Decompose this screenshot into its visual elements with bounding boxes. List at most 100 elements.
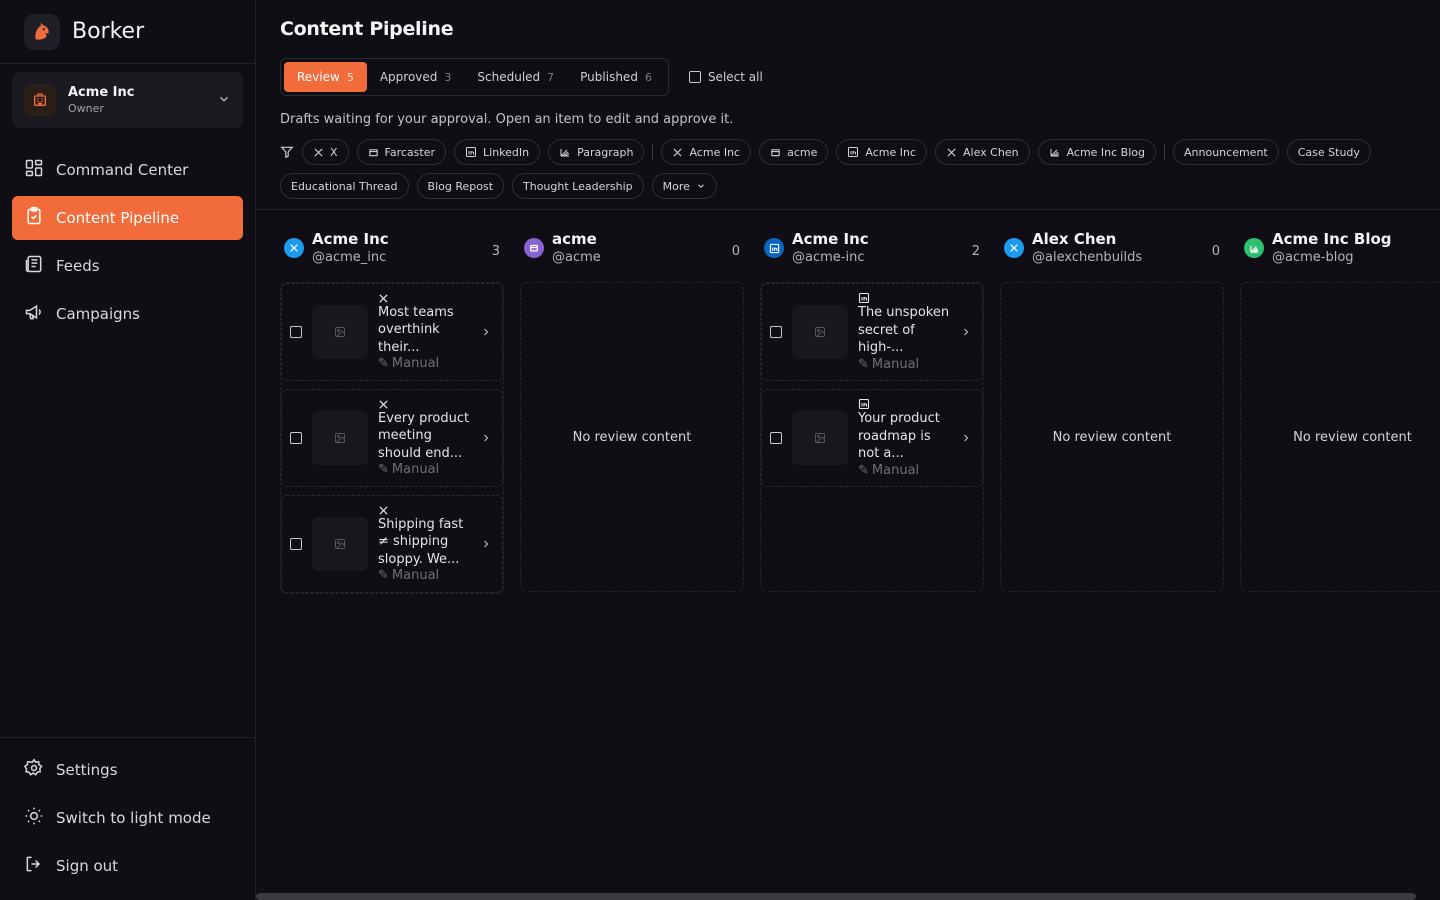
- filter-chip-thought-leadership[interactable]: Thought Leadership: [512, 173, 644, 199]
- chip-label: X: [330, 145, 338, 159]
- column-body: Most teams overthink their... ✎ Manual Ev…: [280, 282, 504, 594]
- chevron-right-icon: [480, 323, 492, 342]
- filter-chip-account-acme[interactable]: acme: [759, 139, 829, 165]
- card-source: ✎ Manual: [378, 356, 470, 371]
- filter-bar: X Farcaster LinkedIn Paragraph Acme Inc …: [280, 139, 1430, 199]
- column-acme-farcaster: acme @acme 0 No review content: [520, 226, 744, 594]
- chip-label: Acme Inc: [865, 145, 916, 159]
- chip-label: Acme Inc Blog: [1066, 145, 1145, 159]
- status-tabs: Review 5 Approved 3 Scheduled 7 Publishe…: [280, 58, 669, 96]
- pencil-icon: ✎: [858, 356, 869, 372]
- chip-label: LinkedIn: [483, 145, 530, 159]
- horizontal-scrollbar[interactable]: [256, 893, 1416, 900]
- select-all-checkbox[interactable]: [688, 71, 701, 83]
- chip-label: Paragraph: [577, 145, 634, 159]
- tab-label: Published: [580, 70, 638, 84]
- brand-name: Borker: [72, 19, 145, 44]
- chip-label: More: [662, 179, 690, 193]
- tab-review[interactable]: Review 5: [284, 62, 367, 92]
- filter-chip-linkedin[interactable]: LinkedIn: [454, 139, 541, 165]
- nav-item-feeds[interactable]: Feeds: [12, 244, 243, 288]
- tab-published[interactable]: Published 6: [567, 62, 665, 92]
- nav-item-settings[interactable]: Settings: [12, 748, 243, 792]
- content-card[interactable]: Every product meeting should end... ✎ Man…: [281, 389, 503, 487]
- nav-label: Sign out: [56, 857, 119, 875]
- card-checkbox[interactable]: [770, 432, 782, 444]
- filter-chip-paragraph[interactable]: Paragraph: [548, 139, 645, 165]
- chevron-right-icon: [960, 429, 972, 448]
- content-card[interactable]: Most teams overthink their... ✎ Manual: [281, 283, 503, 381]
- farcaster-icon: [524, 238, 544, 258]
- nav-label: Content Pipeline: [56, 209, 180, 227]
- pencil-icon: ✎: [378, 568, 389, 584]
- linkedin-icon: [858, 398, 950, 410]
- tab-approved[interactable]: Approved 3: [367, 62, 465, 92]
- card-checkbox[interactable]: [290, 538, 302, 550]
- tab-count: 3: [444, 70, 452, 84]
- tab-count: 6: [644, 70, 652, 84]
- filter-chip-case-study[interactable]: Case Study: [1286, 139, 1371, 165]
- column-body: No review content: [520, 282, 744, 592]
- content-card[interactable]: The unspoken secret of high-... ✎ Manual: [761, 283, 983, 381]
- nav-item-campaigns[interactable]: Campaigns: [12, 292, 243, 336]
- x-icon: [378, 505, 470, 516]
- org-switcher[interactable]: Acme Inc Owner: [12, 72, 243, 128]
- content-card[interactable]: Your product roadmap is not a... ✎ Manual: [761, 389, 983, 487]
- empty-state-text: No review content: [1052, 429, 1172, 445]
- tab-scheduled[interactable]: Scheduled 7: [464, 62, 567, 92]
- card-source: ✎ Manual: [858, 463, 950, 478]
- filter-chip-blog-repost[interactable]: Blog Repost: [416, 173, 505, 199]
- filter-chip-x[interactable]: X: [302, 139, 349, 165]
- filter-chip-account-acme-inc-blog[interactable]: Acme Inc Blog: [1037, 139, 1156, 165]
- image-placeholder-icon: [312, 411, 368, 465]
- linkedin-icon: [764, 238, 784, 258]
- column-count: 3: [491, 244, 500, 259]
- filter-chip-account-alex-chen[interactable]: Alex Chen: [935, 139, 1030, 165]
- image-placeholder-icon: [792, 411, 848, 465]
- filter-chip-account-acme-inc-x[interactable]: Acme Inc: [661, 139, 752, 165]
- x-icon: [378, 293, 470, 304]
- nav-item-content-pipeline[interactable]: Content Pipeline: [12, 196, 243, 240]
- select-all[interactable]: Select all: [688, 70, 763, 84]
- filter-more-button[interactable]: More: [651, 173, 717, 199]
- card-checkbox[interactable]: [770, 326, 782, 338]
- content-card[interactable]: Shipping fast ≠ shipping sloppy. We... ✎…: [281, 495, 503, 593]
- column-title: Acme Inc @acme_inc: [312, 230, 484, 265]
- linkedin-icon: [465, 146, 477, 158]
- column-acme-inc-blog: Acme Inc Blog @acme-blog No review conte…: [1240, 226, 1440, 594]
- card-info: Every product meeting should end... ✎ Man…: [378, 399, 470, 477]
- chip-separator: [652, 144, 654, 160]
- nav-item-command-center[interactable]: Command Center: [12, 148, 243, 192]
- linkedin-icon: [847, 146, 859, 158]
- column-handle: @alexchenbuilds: [1032, 250, 1143, 265]
- card-checkbox[interactable]: [290, 326, 302, 338]
- card-checkbox[interactable]: [290, 432, 302, 444]
- card-source-label: Manual: [391, 568, 440, 584]
- column-acme-inc-linkedin: Acme Inc @acme-inc 2 The unspoken secret…: [760, 226, 984, 594]
- column-name: Acme Inc Blog: [1272, 230, 1392, 248]
- filter-chip-announcement[interactable]: Announcement: [1173, 139, 1279, 165]
- tab-count: 7: [547, 70, 555, 84]
- card-source-label: Manual: [391, 356, 440, 372]
- filter-chip-farcaster[interactable]: Farcaster: [356, 139, 447, 165]
- x-icon: [284, 238, 304, 258]
- chip-label: Educational Thread: [291, 179, 398, 193]
- paragraph-icon: [559, 146, 571, 158]
- clipboard-icon: [24, 206, 44, 230]
- org-text: Acme Inc Owner: [68, 85, 205, 115]
- column-title: Acme Inc @acme-inc: [792, 230, 964, 265]
- filter-chip-educational-thread[interactable]: Educational Thread: [280, 173, 409, 199]
- filter-chip-account-acme-inc-linkedin[interactable]: Acme Inc: [836, 139, 927, 165]
- nav-item-sign-out[interactable]: Sign out: [12, 844, 243, 888]
- logout-icon: [24, 854, 44, 878]
- tab-label: Review: [297, 70, 340, 84]
- chevron-right-icon: [960, 323, 972, 342]
- chevron-down-icon: [696, 181, 706, 191]
- card-info: Most teams overthink their... ✎ Manual: [378, 293, 470, 371]
- x-icon: [672, 147, 683, 158]
- card-info: Shipping fast ≠ shipping sloppy. We... ✎…: [378, 505, 470, 584]
- column-body: The unspoken secret of high-... ✎ Manual …: [760, 282, 984, 592]
- column-header: Acme Inc @acme-inc 2: [760, 226, 984, 274]
- nav-item-theme-toggle[interactable]: Switch to light mode: [12, 796, 243, 840]
- column-header: acme @acme 0: [520, 226, 744, 274]
